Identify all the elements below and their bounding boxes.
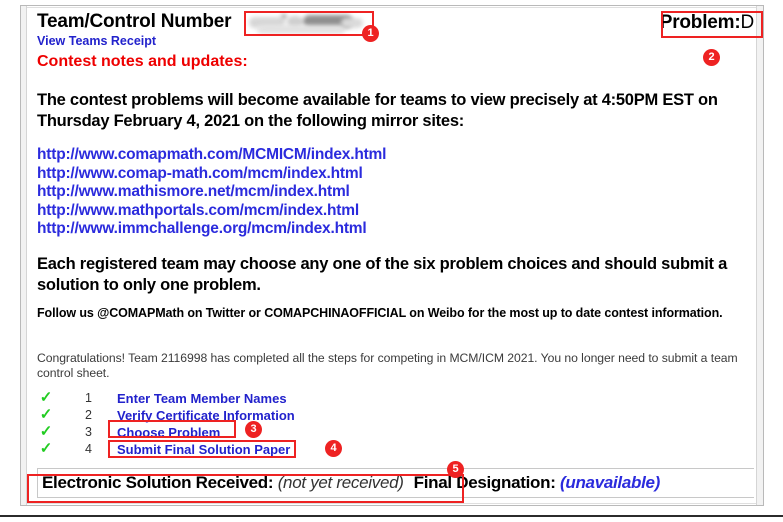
annotation-badge-4: 4 <box>325 440 342 457</box>
availability-paragraph: The contest problems will become availab… <box>37 91 718 130</box>
checklist-row: ✓ 4 Submit Final Solution Paper <box>37 440 457 458</box>
problem-designation: Problem:D <box>660 12 754 34</box>
document-content: Team/Control Number View Teams Receipt P… <box>29 6 754 505</box>
mirror-site-link[interactable]: http://www.mathportals.com/mcm/index.htm… <box>37 202 386 221</box>
electronic-solution-value: (not yet received) <box>277 473 404 492</box>
mirror-site-link[interactable]: http://www.comapmath.com/MCMICM/index.ht… <box>37 146 386 165</box>
redaction-smudge <box>341 18 363 28</box>
annotation-badge-5: 5 <box>447 461 464 478</box>
header-row: Team/Control Number View Teams Receipt P… <box>29 6 754 50</box>
checklist-link-submit-final-solution-paper[interactable]: Submit Final Solution Paper <box>117 441 290 458</box>
check-icon: ✓ <box>39 406 53 423</box>
checklist-step-number: 3 <box>85 425 92 439</box>
screenshot-root: Team/Control Number View Teams Receipt P… <box>0 0 783 522</box>
electronic-solution-status: Electronic Solution Received: (not yet r… <box>38 473 404 493</box>
right-gutter <box>756 6 763 505</box>
final-designation-value: (unavailable) <box>560 473 661 492</box>
checklist-link-enter-team-member-names[interactable]: Enter Team Member Names <box>117 390 287 407</box>
checklist-step-number: 1 <box>85 391 92 405</box>
check-icon: ✓ <box>39 423 53 440</box>
electronic-solution-label: Electronic Solution Received: <box>42 473 274 492</box>
checklist-step-number: 2 <box>85 408 92 422</box>
left-gutter <box>21 6 27 505</box>
bottom-rule-divider <box>0 515 783 517</box>
annotation-badge-2: 2 <box>703 49 720 66</box>
redaction-smudge <box>281 14 287 19</box>
congratulations-paragraph: Congratulations! Team 2116998 has comple… <box>37 351 738 380</box>
mirror-site-link[interactable]: http://www.comap-math.com/mcm/index.html <box>37 165 386 184</box>
checklist-row: ✓ 2 Verify Certificate Information <box>37 406 457 424</box>
problem-label-text: Problem: <box>659 12 741 33</box>
team-control-number-label: Team/Control Number <box>37 11 232 32</box>
annotation-badge-1: 1 <box>362 25 379 42</box>
follow-us-paragraph: Follow us @COMAPMath on Twitter or COMAP… <box>37 306 723 320</box>
mirror-site-link[interactable]: http://www.immchallenge.org/mcm/index.ht… <box>37 220 386 239</box>
checklist-step-number: 4 <box>85 442 92 456</box>
status-bar-inner: Electronic Solution Received: (not yet r… <box>38 469 754 497</box>
mirror-site-link[interactable]: http://www.mathismore.net/mcm/index.html <box>37 183 386 202</box>
check-icon: ✓ <box>39 440 53 457</box>
status-bar: Electronic Solution Received: (not yet r… <box>37 468 754 498</box>
problem-value: D <box>740 12 754 33</box>
mirror-site-list: http://www.comapmath.com/MCMICM/index.ht… <box>37 146 386 239</box>
checklist-row: ✓ 1 Enter Team Member Names <box>37 389 457 407</box>
final-designation-label: Final Designation: <box>413 473 556 492</box>
view-teams-receipt-link[interactable]: View Teams Receipt <box>37 34 156 48</box>
redaction-smudge <box>257 25 345 34</box>
check-icon: ✓ <box>39 389 53 406</box>
document-window-frame: Team/Control Number View Teams Receipt P… <box>20 5 764 506</box>
final-designation-status: Final Designation: (unavailable) <box>404 473 661 493</box>
checklist-link-choose-problem[interactable]: Choose Problem <box>117 424 220 441</box>
problem-choice-paragraph: Each registered team may choose any one … <box>37 255 728 294</box>
checklist-link-verify-certificate-information[interactable]: Verify Certificate Information <box>117 407 295 424</box>
team-control-number-value-redacted[interactable] <box>245 12 373 35</box>
annotation-badge-3: 3 <box>245 421 262 438</box>
contest-notes-title: Contest notes and updates: <box>37 53 248 70</box>
